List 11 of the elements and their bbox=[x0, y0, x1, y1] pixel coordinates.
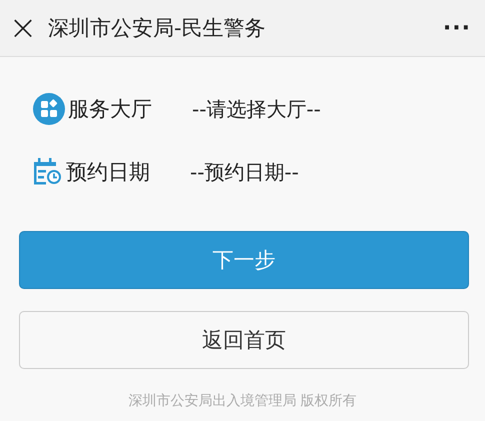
field-label: 预约日期 bbox=[66, 159, 151, 186]
close-button[interactable]: × bbox=[6, 11, 40, 45]
copyright-text: 深圳市公安局出入境管理局 版权所有 bbox=[128, 392, 357, 410]
page-title: 深圳市公安局-民生警务 bbox=[48, 15, 267, 42]
select-field[interactable]: --预约日期-- bbox=[190, 158, 299, 186]
home-button[interactable]: 返回首页 bbox=[19, 311, 469, 369]
calendar-clock-icon bbox=[33, 158, 63, 186]
grid-icon bbox=[33, 93, 65, 125]
field-label: 服务大厅 bbox=[68, 96, 153, 123]
select-field[interactable]: --请选择大厅-- bbox=[192, 96, 321, 122]
more-button[interactable]: ··· bbox=[442, 16, 471, 40]
